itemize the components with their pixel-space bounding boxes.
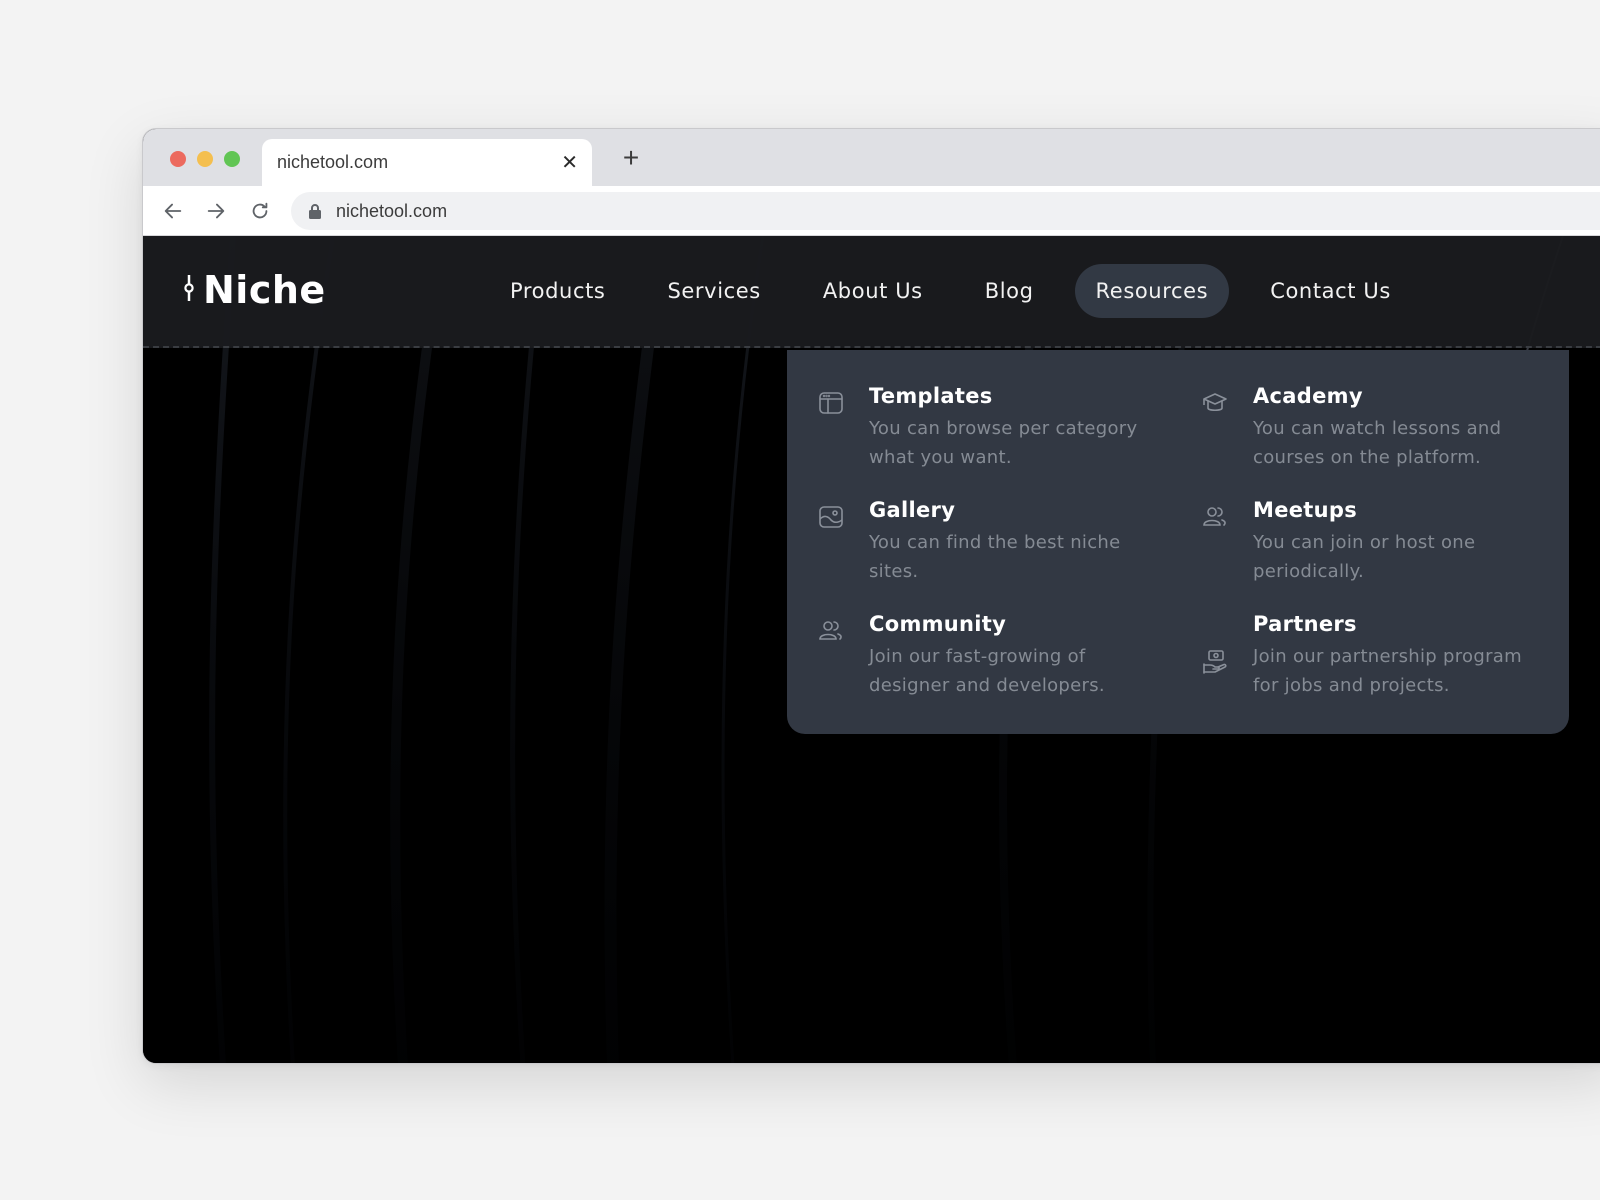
plus-icon[interactable]: +: [616, 143, 646, 173]
nav-item-contact-us[interactable]: Contact Us: [1249, 264, 1412, 318]
address-bar[interactable]: nichetool.com: [291, 192, 1600, 230]
users-icon: [1201, 503, 1229, 531]
tab-title: nichetool.com: [277, 152, 389, 172]
reload-icon: [252, 202, 268, 219]
menu-item-description: You can find the best niche sites.: [869, 532, 1121, 582]
menu-item-title: Gallery: [869, 498, 956, 522]
users-icon: [817, 617, 845, 645]
arrow-right-icon: [207, 203, 225, 219]
forward-button[interactable]: [202, 197, 230, 225]
menu-item-description: You can browse per category what you wan…: [869, 418, 1138, 468]
tab-strip: nichetool.com ✕ +: [143, 129, 1600, 186]
menu-item-description: You can join or host one periodically.: [1253, 532, 1476, 582]
menu-item-title: Partners: [1253, 612, 1357, 636]
main-nav: Products Services About Us Blog Resource…: [489, 264, 1432, 318]
menu-item-description: Join our partnership program for jobs an…: [1253, 646, 1522, 696]
menu-item-title: Academy: [1253, 384, 1363, 408]
minimize-window-button[interactable]: [197, 151, 213, 167]
menu-item-title: Templates: [869, 384, 993, 408]
nav-item-blog[interactable]: Blog: [964, 264, 1055, 318]
nav-item-products[interactable]: Products: [489, 264, 626, 318]
menu-item-meetups[interactable]: Meetups You can join or host one periodi…: [1201, 498, 1585, 612]
logo-text: Niche: [203, 268, 326, 312]
web-page: Niche Products Services About Us Blog Re…: [143, 236, 1600, 1063]
maximize-window-button[interactable]: [224, 151, 240, 167]
browser-window-icon: [817, 389, 845, 417]
menu-item-title: Community: [869, 612, 1007, 636]
logo-mark-icon: [183, 273, 195, 308]
site-header: Niche Products Services About Us Blog Re…: [143, 236, 1600, 348]
menu-item-description: You can watch lessons and courses on the…: [1253, 418, 1502, 468]
reload-button[interactable]: [246, 197, 274, 225]
nav-item-resources[interactable]: Resources: [1074, 264, 1230, 318]
site-logo[interactable]: Niche: [183, 268, 326, 312]
menu-item-gallery[interactable]: Gallery You can find the best niche site…: [817, 498, 1201, 612]
close-icon[interactable]: ✕: [561, 153, 578, 173]
lock-icon: [309, 204, 321, 219]
arrow-left-icon: [164, 203, 182, 219]
menu-item-partners[interactable]: Partners Join our partnership program fo…: [1201, 612, 1585, 726]
close-window-button[interactable]: [170, 151, 186, 167]
menu-item-templates[interactable]: Templates You can browse per category wh…: [817, 384, 1201, 498]
menu-item-title: Meetups: [1253, 498, 1358, 522]
resources-dropdown: Templates You can browse per category wh…: [787, 350, 1569, 734]
browser-window: nichetool.com ✕ + nichetool.com Niche Pr…: [142, 128, 1600, 1064]
menu-item-academy[interactable]: Academy You can watch lessons and course…: [1201, 384, 1585, 498]
nav-item-services[interactable]: Services: [646, 264, 781, 318]
graduation-cap-icon: [1201, 389, 1229, 417]
browser-tab[interactable]: nichetool.com ✕: [262, 139, 592, 186]
back-button[interactable]: [159, 197, 187, 225]
image-icon: [817, 503, 845, 531]
menu-item-community[interactable]: Community Join our fast-growing of desig…: [817, 612, 1201, 726]
browser-toolbar: nichetool.com: [143, 186, 1600, 236]
menu-item-description: Join our fast-growing of designer and de…: [869, 646, 1105, 696]
nav-item-about-us[interactable]: About Us: [802, 264, 944, 318]
url-text: nichetool.com: [336, 200, 448, 221]
hand-money-icon: [1201, 648, 1229, 676]
